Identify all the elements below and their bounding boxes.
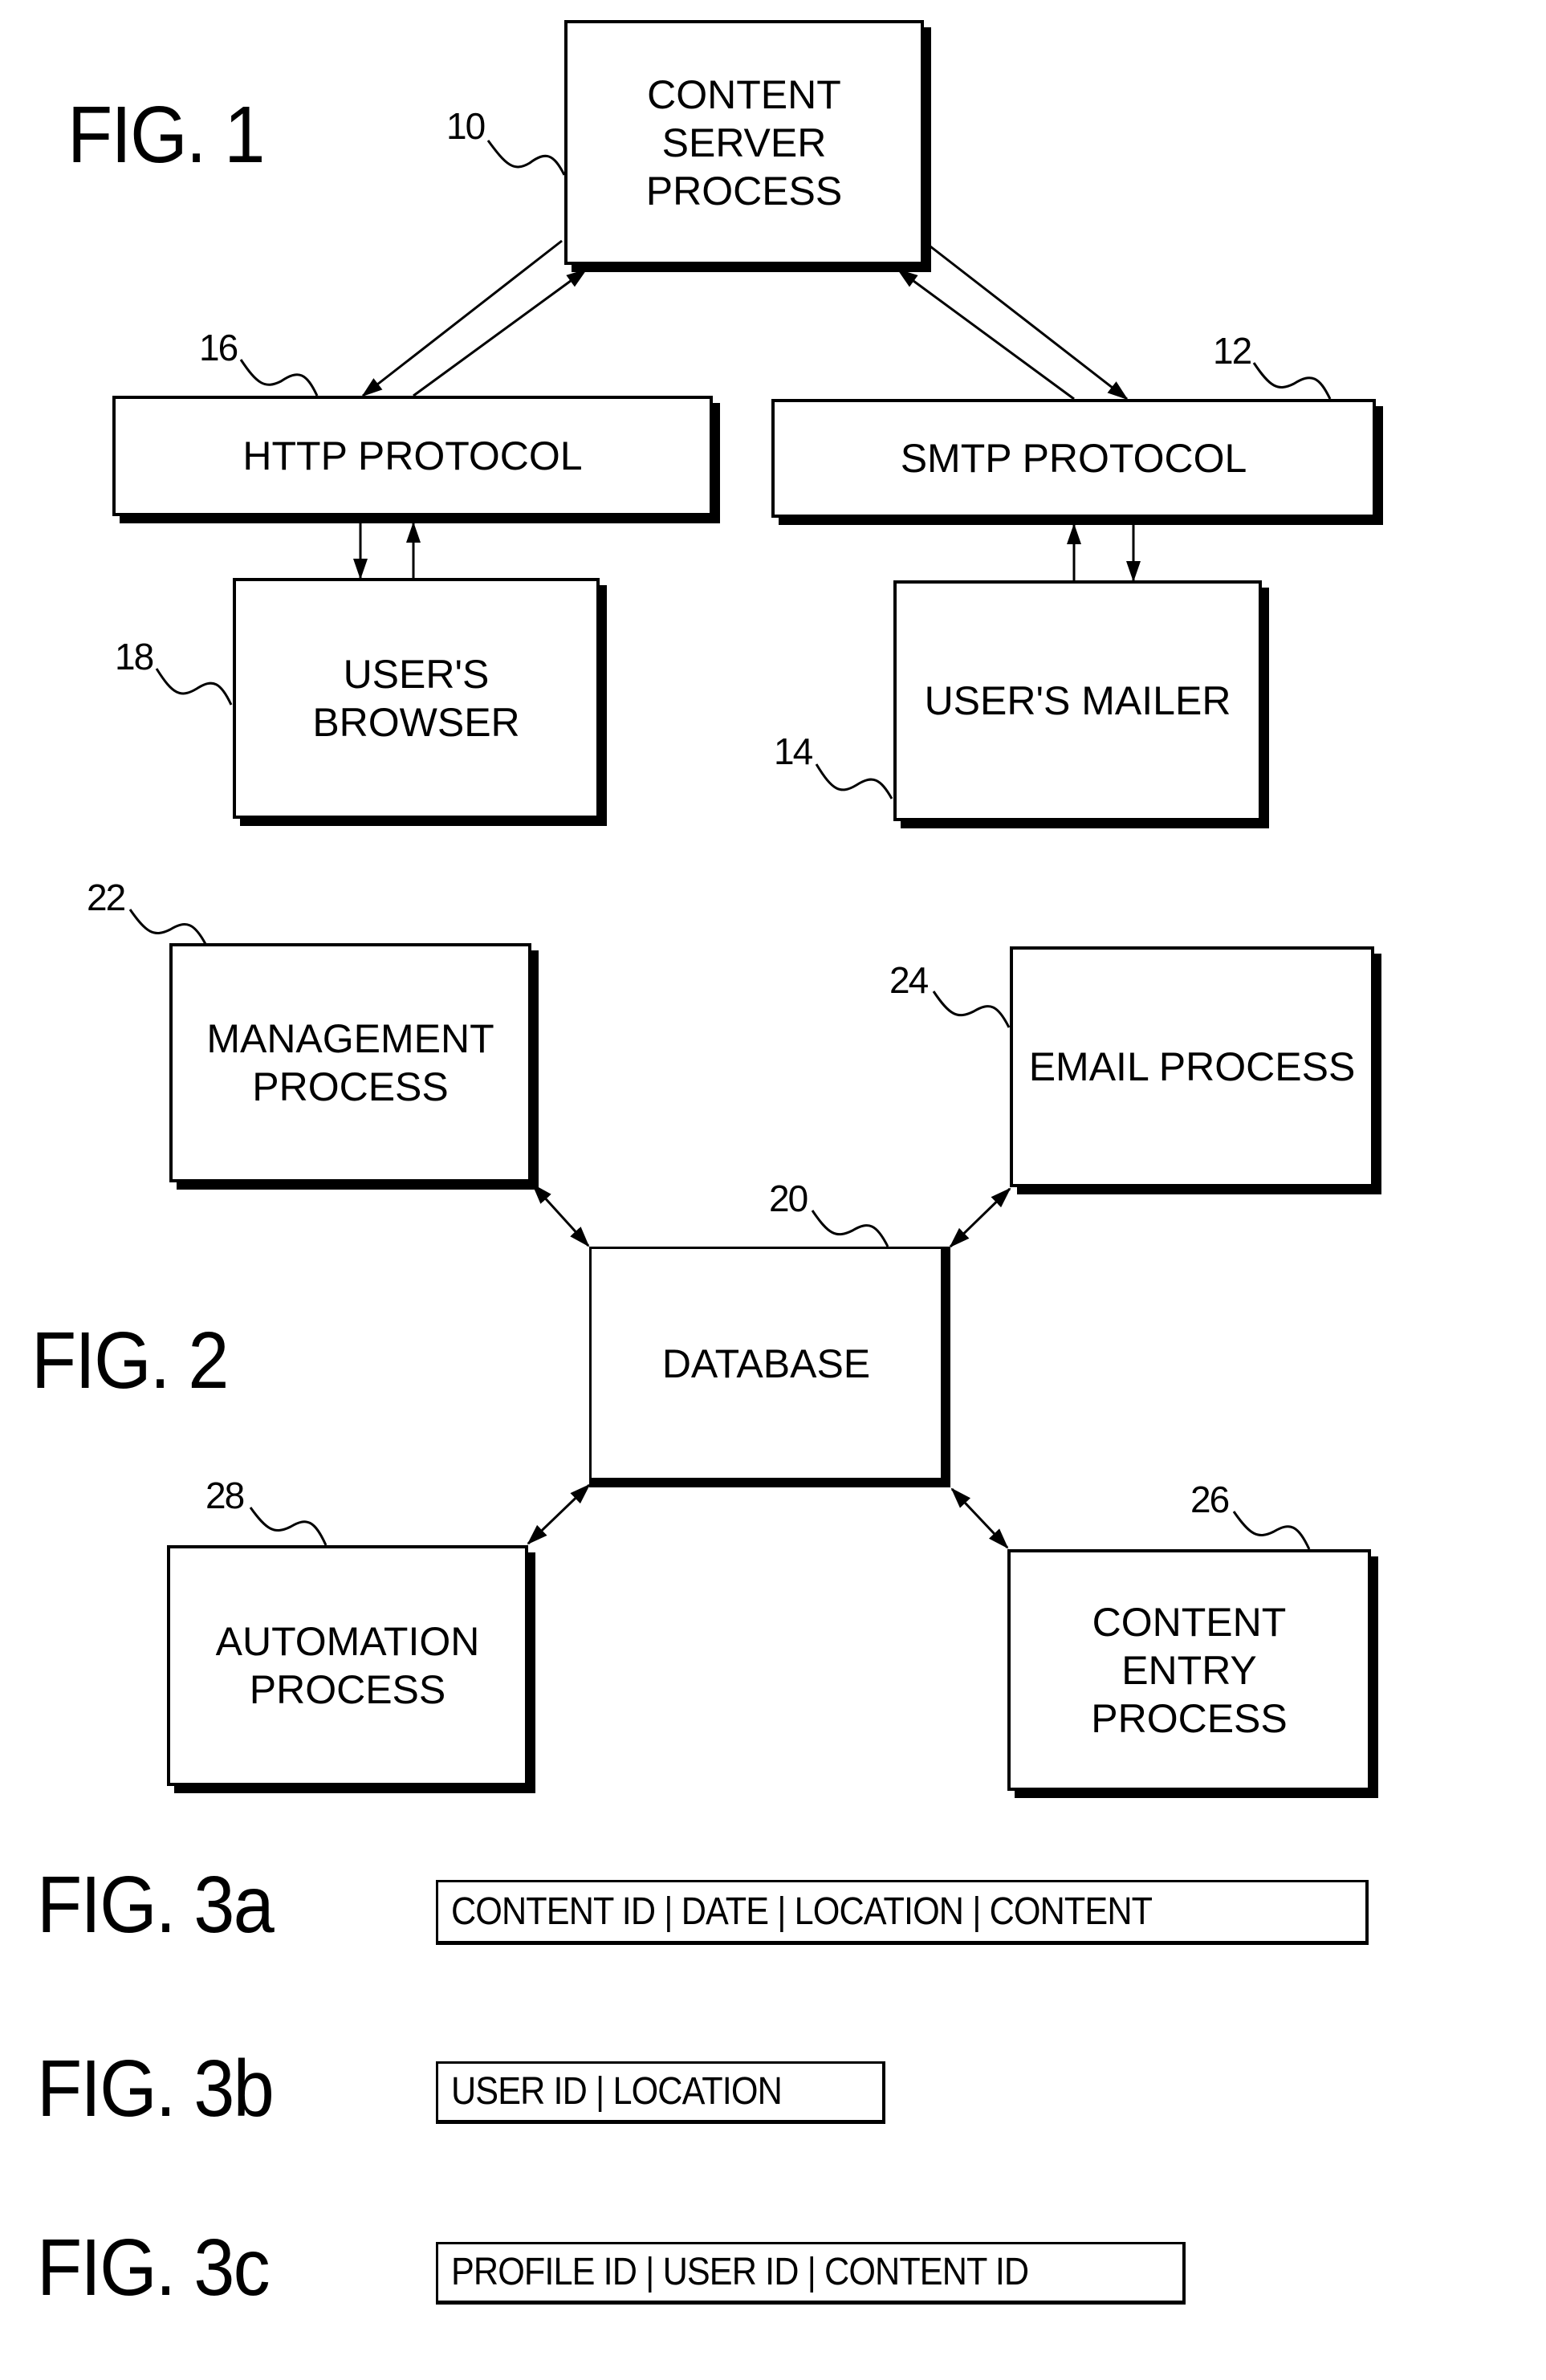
fig3a-record: CONTENT ID | DATE | LOCATION | CONTENT xyxy=(436,1880,1369,1945)
ref-26: 26 xyxy=(1190,1479,1230,1520)
ref-24: 24 xyxy=(889,959,929,1001)
arrow-management-database xyxy=(531,1183,590,1247)
fig3b-record: USER ID | LOCATION xyxy=(436,2061,885,2124)
ref-16: 16 xyxy=(199,327,238,368)
fig2-label: FIG. 2 xyxy=(31,1316,229,1406)
ref-12: 12 xyxy=(1213,330,1252,372)
leader-14 xyxy=(815,763,893,799)
leader-22 xyxy=(128,909,207,945)
http-protocol-label: HTTP PROTOCOL xyxy=(242,433,583,478)
arrow-content-entry-database xyxy=(950,1487,1009,1549)
fig3a-label: FIG. 3a xyxy=(37,1860,275,1950)
management-process-box: MANAGEMENT PROCESS xyxy=(169,943,531,1182)
content-server-process-label: CONTENT SERVER PROCESS xyxy=(645,71,843,214)
automation-process-label: AUTOMATION PROCESS xyxy=(215,1619,480,1712)
content-server-process-box: CONTENT SERVER PROCESS xyxy=(564,20,924,265)
users-browser-box: USER'S BROWSER xyxy=(233,578,600,819)
ref-22: 22 xyxy=(87,877,126,918)
email-process-label: EMAIL PROCESS xyxy=(1028,1044,1356,1089)
smtp-protocol-label: SMTP PROTOCOL xyxy=(900,436,1247,481)
fig3c-record-fields: PROFILE ID | USER ID | CONTENT ID xyxy=(451,2251,1029,2293)
leader-18 xyxy=(155,668,233,706)
content-entry-process-label: CONTENT ENTRY PROCESS xyxy=(1091,1599,1288,1741)
fig3b-record-fields: USER ID | LOCATION xyxy=(451,2070,783,2113)
email-process-box: EMAIL PROCESS xyxy=(1010,946,1374,1187)
content-entry-process-box: CONTENT ENTRY PROCESS xyxy=(1007,1549,1371,1791)
leader-10 xyxy=(486,140,566,176)
ref-28: 28 xyxy=(205,1475,245,1516)
arrow-server-to-smtp xyxy=(922,239,1129,401)
ref-10: 10 xyxy=(446,105,486,147)
fig3b-label: FIG. 3b xyxy=(37,2044,275,2134)
automation-process-box: AUTOMATION PROCESS xyxy=(167,1545,528,1786)
ref-18: 18 xyxy=(115,636,154,677)
leader-26 xyxy=(1232,1511,1311,1550)
fig1-label: FIG. 1 xyxy=(67,90,265,180)
users-mailer-box: USER'S MAILER xyxy=(893,580,1262,821)
arrow-email-database xyxy=(949,1187,1011,1248)
fig3a-record-fields: CONTENT ID | DATE | LOCATION | CONTENT xyxy=(451,1890,1153,1933)
fig3c-label: FIG. 3c xyxy=(37,2223,271,2313)
leader-28 xyxy=(249,1507,328,1546)
leader-12 xyxy=(1252,362,1332,400)
http-protocol-box: HTTP PROTOCOL xyxy=(112,396,713,516)
ref-14: 14 xyxy=(774,730,813,772)
users-mailer-label: USER'S MAILER xyxy=(924,678,1231,723)
arrow-server-to-http xyxy=(361,239,563,397)
database-box: DATABASE xyxy=(589,1247,950,1487)
leader-16 xyxy=(239,359,319,397)
users-browser-label: USER'S BROWSER xyxy=(312,652,520,745)
ref-20: 20 xyxy=(769,1178,808,1219)
arrow-automation-database xyxy=(527,1483,591,1545)
fig3c-record: PROFILE ID | USER ID | CONTENT ID xyxy=(436,2242,1186,2305)
leader-24 xyxy=(932,991,1011,1028)
leader-20 xyxy=(811,1210,889,1247)
smtp-protocol-box: SMTP PROTOCOL xyxy=(771,399,1376,518)
management-process-label: MANAGEMENT PROCESS xyxy=(206,1016,494,1109)
database-label: DATABASE xyxy=(661,1341,871,1386)
